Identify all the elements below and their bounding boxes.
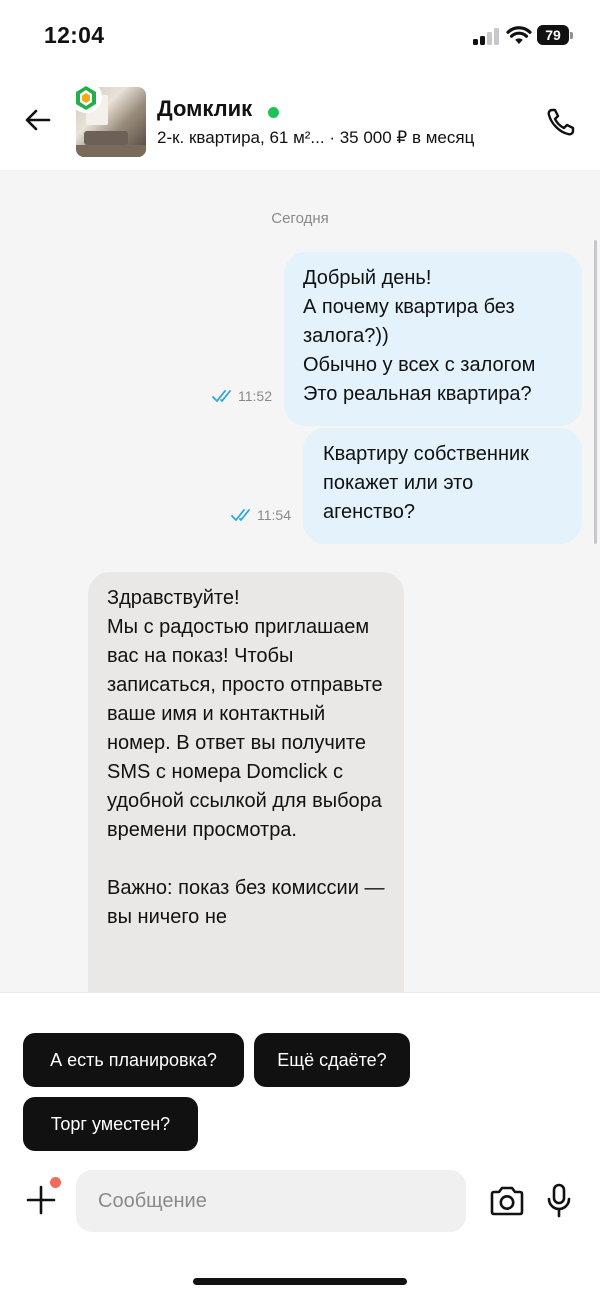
microphone-icon[interactable] [545,1182,573,1220]
status-time: 12:04 [44,22,105,48]
incoming-message[interactable]: Здравствуйте! Мы с радостью приглашаем в… [88,572,404,992]
date-separator: Сегодня [271,210,329,227]
chat-scrollbar[interactable] [594,240,597,544]
listing-avatar[interactable] [70,81,146,157]
chat-header: Домклик 2-к. квартира, 61 м²... · 35 000… [0,70,600,170]
outgoing-message[interactable]: Добрый день! А почему квартира без залог… [284,252,582,426]
battery-level: 79 [537,25,569,45]
battery-icon: 79 [537,25,573,45]
online-status-indicator [268,107,279,118]
message-meta: 11:52 [212,388,282,406]
wifi-icon [506,26,532,44]
composer-panel: А есть планировка? Ещё сдаёте? Торг умес… [0,992,600,1297]
double-check-icon [212,390,231,402]
back-arrow-icon[interactable] [20,102,56,138]
message-time: 11:52 [238,388,272,404]
quick-reply-still-renting[interactable]: Ещё сдаёте? [254,1033,410,1087]
outgoing-message[interactable]: Квартиру собственник покажет или это аге… [303,428,582,544]
signal-icon [473,27,501,45]
listing-summary[interactable]: 2-к. квартира, 61 м²... · 35 000 ₽ в мес… [157,128,517,148]
camera-icon[interactable] [488,1184,526,1218]
message-list[interactable]: Сегодня 11:52 Добрый день! А почему квар… [0,170,600,992]
message-meta: 11:54 [231,507,301,525]
attach-notification-badge [50,1177,61,1188]
double-check-icon [231,509,250,521]
message-input-box[interactable] [76,1170,466,1232]
status-bar: 12:04 79 [0,0,600,70]
home-indicator[interactable] [193,1278,407,1285]
phone-icon[interactable] [543,104,579,140]
message-input[interactable] [76,1170,466,1232]
quick-reply-layout[interactable]: А есть планировка? [23,1033,244,1087]
domclick-logo-icon [70,81,102,113]
chat-title[interactable]: Домклик [157,96,252,122]
quick-reply-bargain[interactable]: Торг уместен? [23,1097,198,1151]
message-time: 11:54 [257,507,291,523]
plus-icon[interactable] [24,1183,58,1217]
